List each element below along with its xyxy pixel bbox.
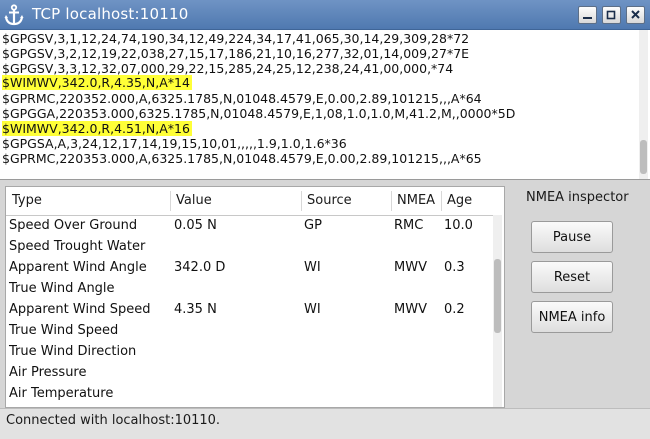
table-row-age: 10.0 <box>444 218 473 233</box>
table-row-nmea: MWV <box>394 302 427 317</box>
table-row-nmea: MWV <box>394 260 427 275</box>
table-row-source: GP <box>304 218 322 233</box>
column-header-age[interactable]: Age <box>443 187 472 215</box>
table-row-source: WI <box>304 260 321 275</box>
log-line: $GPRMC,220352.000,A,6325.1785,N,01048.45… <box>2 91 482 106</box>
close-icon <box>631 10 640 19</box>
anchor-icon <box>4 4 24 26</box>
reset-button[interactable]: Reset <box>531 261 613 293</box>
column-header-source[interactable]: Source <box>303 187 352 215</box>
table-row-type: Air Pressure <box>9 365 87 380</box>
column-divider[interactable] <box>441 191 442 211</box>
nmea-log[interactable]: $GPGSV,3,1,12,24,74,190,34,12,49,224,34,… <box>0 30 650 180</box>
log-line-highlighted: $WIMWV,342.0,R,4.35,N,A*14 <box>2 75 192 90</box>
pause-button[interactable]: Pause <box>531 221 613 253</box>
table-row-type: Apparent Wind Speed <box>9 302 151 317</box>
table-scrollbar-thumb[interactable] <box>494 259 501 333</box>
log-scrollbar-thumb[interactable] <box>640 140 647 174</box>
table-row-source: WI <box>304 302 321 317</box>
table-scrollbar[interactable] <box>493 215 502 407</box>
table-row-nmea: RMC <box>394 218 424 233</box>
nmea-info-button[interactable]: NMEA info <box>531 301 613 333</box>
minimize-button[interactable] <box>578 6 597 24</box>
table-row-value: 342.0 D <box>174 260 226 275</box>
table-row-value: 0.05 N <box>174 218 217 233</box>
table-row-type: Speed Trought Water <box>9 239 146 254</box>
close-button[interactable] <box>626 6 645 24</box>
minimize-icon <box>583 17 592 19</box>
maximize-button[interactable] <box>602 6 621 24</box>
maximize-icon <box>606 10 616 20</box>
column-divider[interactable] <box>301 191 302 211</box>
column-header-nmea[interactable]: NMEA <box>393 187 435 215</box>
column-header-type[interactable]: Type <box>8 187 42 215</box>
title-bar[interactable]: TCP localhost:10110 <box>0 0 650 30</box>
status-bar: Connected with localhost:10110. <box>0 408 650 439</box>
table-row-age: 0.2 <box>444 302 465 317</box>
table-row-type: Speed Over Ground <box>9 218 138 233</box>
table-row-type: Air Temperature <box>9 386 114 401</box>
table-row-type: True Wind Direction <box>9 344 137 359</box>
log-line: $GPRMC,220353.000,A,6325.1785,N,01048.45… <box>2 151 482 166</box>
log-line: $GPGSV,3,3,12,32,07,000,29,22,15,285,24,… <box>2 61 454 76</box>
column-divider[interactable] <box>391 191 392 211</box>
table-row-type: Apparent Wind Angle <box>9 260 147 275</box>
inspector-title: NMEA inspector <box>526 190 629 205</box>
log-scrollbar[interactable] <box>639 30 648 179</box>
log-line: $GPGGA,220353.000,6325.1785,N,01048.4579… <box>2 106 516 121</box>
log-line-highlighted: $WIMWV,342.0,R,4.51,N,A*16 <box>2 121 192 136</box>
instrument-table[interactable]: Type Value Source NMEA Age Speed Over Gr… <box>5 186 505 408</box>
window-title: TCP localhost:10110 <box>32 5 189 23</box>
connection-status: Connected with localhost:10110. <box>6 413 221 428</box>
table-row-age: 0.3 <box>444 260 465 275</box>
table-row-type: True Wind Speed <box>9 323 119 338</box>
table-row-value: 4.35 N <box>174 302 217 317</box>
column-header-value[interactable]: Value <box>172 187 212 215</box>
log-line: $GPGSV,3,2,12,19,22,038,27,15,17,186,21,… <box>2 46 470 61</box>
log-line: $GPGSV,3,1,12,24,74,190,34,12,49,224,34,… <box>2 31 470 46</box>
table-row-type: True Wind Angle <box>9 281 115 296</box>
log-line: $GPGSA,A,3,24,12,17,14,19,15,10,01,,,,,1… <box>2 136 347 151</box>
column-divider[interactable] <box>170 191 171 211</box>
